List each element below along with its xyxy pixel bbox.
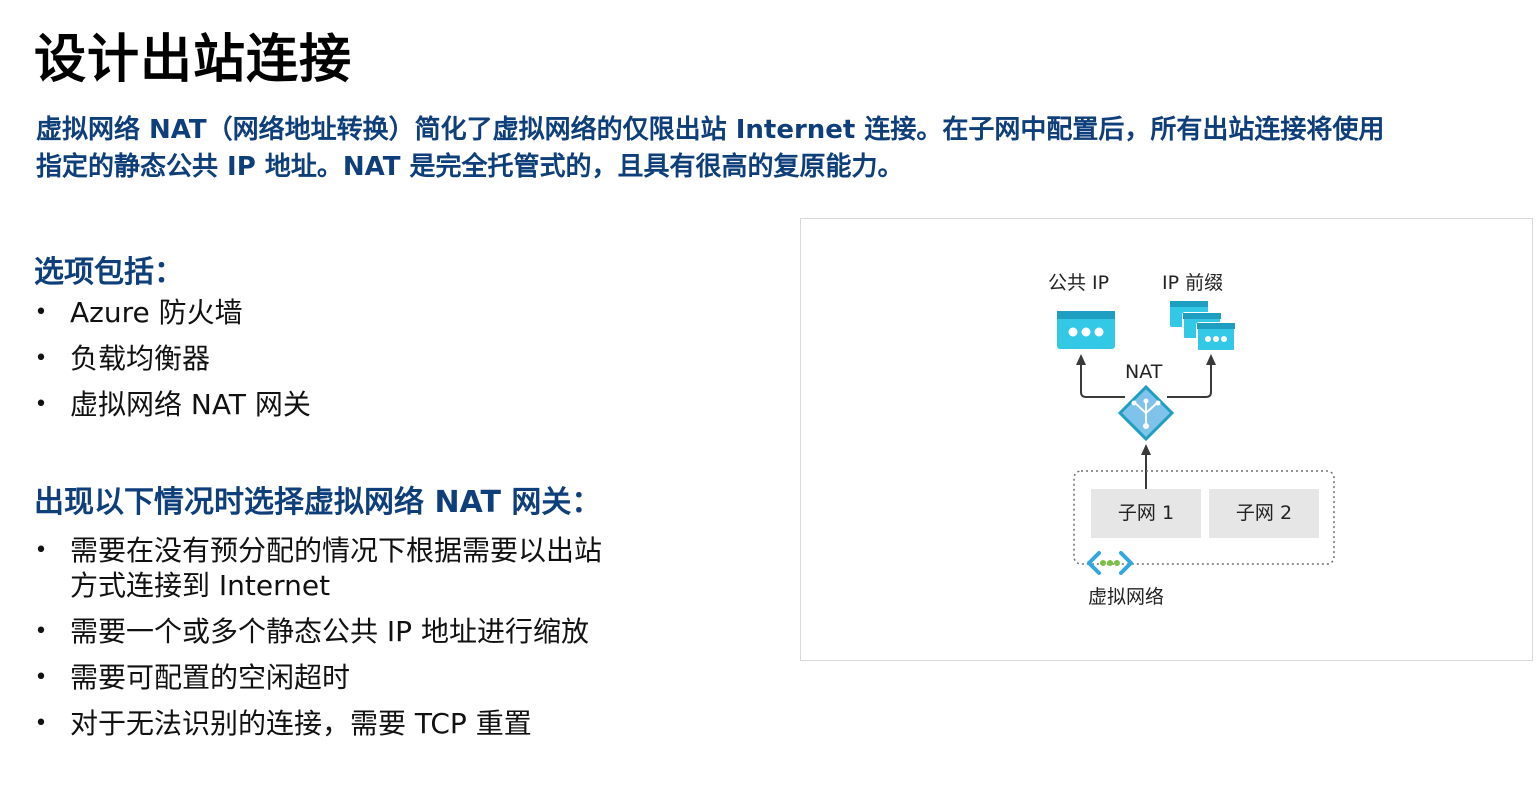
list-item: • 虚拟网络 NAT 网关: [34, 387, 634, 422]
bullet: •: [34, 538, 48, 563]
when-list: • 需要在没有预分配的情况下根据需要以出站 方式连接到 Internet • 需要一个…: [34, 533, 674, 752]
options-list: • Azure 防火墙 • 负载均衡器 • 虚拟网络 NAT 网关: [34, 295, 634, 433]
bullet: •: [34, 346, 48, 371]
intro-line-1: 虚拟网络 NAT（网络地址转换）简化了虚拟网络的仅限出站 Internet 连接…: [36, 115, 1385, 145]
options-heading: 选项包括：: [34, 255, 184, 290]
list-item: • 需要可配置的空闲超时: [34, 660, 674, 695]
list-item: • Azure 防火墙: [34, 295, 634, 330]
option-azure-firewall: Azure 防火墙: [70, 296, 243, 329]
nat-gateway-icon: [1117, 384, 1175, 442]
bullet: •: [34, 392, 48, 417]
when-item-text: 需要在没有预分配的情况下根据需要以出站: [70, 534, 603, 567]
vnet-label: 虚拟网络: [1088, 586, 1165, 608]
bullet: •: [34, 619, 48, 644]
list-item: • 负载均衡器: [34, 341, 634, 376]
intro-line-2: 指定的静态公共 IP 地址。NAT 是完全托管式的，且具有很高的复原能力。: [36, 152, 904, 182]
intro-text: 虚拟网络 NAT（网络地址转换）简化了虚拟网络的仅限出站 Internet 连接…: [36, 112, 1516, 186]
slide-title: 设计出站连接: [34, 30, 353, 90]
bullet: •: [34, 300, 48, 325]
list-item: • 需要在没有预分配的情况下根据需要以出站 方式连接到 Internet: [34, 533, 674, 603]
when-item-text: 对于无法识别的连接，需要 TCP 重置: [70, 707, 532, 740]
subnet-1-box: 子网 1: [1091, 489, 1201, 538]
public-ip-icon: [1057, 311, 1115, 349]
arrow-head-public-ip: [1076, 354, 1086, 365]
nat-label: NAT: [1125, 361, 1163, 383]
when-item-text: 需要可配置的空闲超时: [70, 661, 351, 694]
option-nat-gateway: 虚拟网络 NAT 网关: [70, 388, 311, 421]
arrow-head-nat: [1141, 444, 1151, 455]
ip-prefix-icon: [1170, 301, 1236, 352]
list-item: • 需要一个或多个静态公共 IP 地址进行缩放: [34, 614, 674, 649]
public-ip-label: 公共 IP: [1048, 272, 1110, 294]
arrow-head-ip-prefix: [1206, 354, 1216, 365]
list-item: • 对于无法识别的连接，需要 TCP 重置: [34, 706, 674, 741]
when-heading: 出现以下情况时选择虚拟网络 NAT 网关：: [34, 485, 602, 520]
option-load-balancer: 负载均衡器: [70, 342, 211, 375]
bullet: •: [34, 665, 48, 690]
nat-diagram: 公共 IP IP 前缀 NAT 子网 1 子网 2 虚拟网络: [800, 218, 1533, 661]
virtual-network-icon: [1087, 551, 1133, 575]
ip-prefix-label: IP 前缀: [1162, 272, 1224, 294]
slide: 设计出站连接 虚拟网络 NAT（网络地址转换）简化了虚拟网络的仅限出站 Inte…: [0, 0, 1536, 792]
when-item-text: 需要一个或多个静态公共 IP 地址进行缩放: [70, 615, 589, 648]
when-item-text-cont: 方式连接到 Internet: [70, 569, 331, 602]
subnet-2-box: 子网 2: [1209, 489, 1319, 538]
bullet: •: [34, 711, 48, 736]
